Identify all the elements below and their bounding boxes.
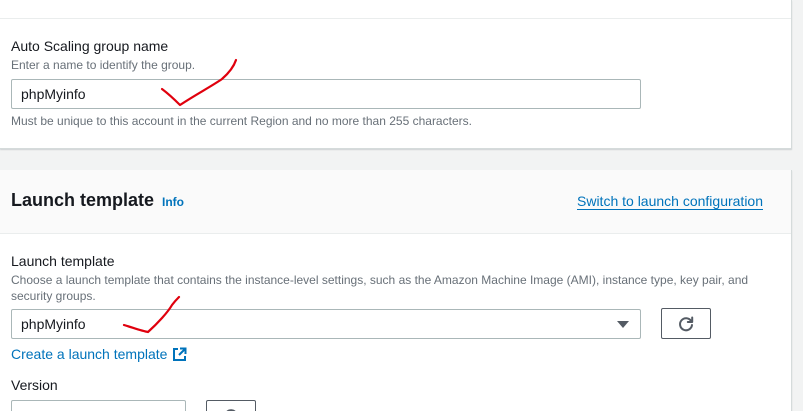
launch-template-field-label: Launch template (11, 253, 115, 269)
asg-name-description: Enter a name to identify the group. (11, 58, 196, 72)
asg-name-input-value: phpMyinfo (21, 86, 86, 102)
external-link-icon (173, 347, 187, 361)
launch-template-description-line1: Choose a launch template that contains t… (11, 273, 749, 287)
switch-to-launch-configuration-link[interactable]: Switch to launch configuration (577, 193, 763, 209)
launch-template-panel: Launch template Info Switch to launch co… (0, 170, 792, 411)
asg-name-panel: Auto Scaling group name Enter a name to … (0, 0, 792, 149)
launch-template-select[interactable]: phpMyinfo (11, 309, 641, 339)
asg-name-label: Auto Scaling group name (11, 38, 169, 54)
refresh-icon (226, 408, 237, 411)
create-launch-template-link[interactable]: Create a launch template (11, 346, 187, 362)
launch-template-header: Launch template Info Switch to launch co… (0, 170, 791, 234)
page: Auto Scaling group name Enter a name to … (0, 0, 803, 411)
create-launch-template-label: Create a launch template (11, 346, 168, 362)
refresh-button[interactable] (661, 308, 711, 339)
refresh-icon (679, 316, 694, 331)
asg-name-constraint: Must be unique to this account in the cu… (11, 114, 472, 128)
info-link[interactable]: Info (162, 195, 184, 209)
version-refresh-button[interactable] (206, 400, 256, 411)
caret-down-icon (617, 321, 629, 328)
launch-template-heading: Launch template (11, 190, 155, 210)
divider (0, 18, 791, 19)
version-select[interactable] (11, 400, 186, 411)
version-label: Version (11, 377, 58, 393)
launch-template-select-value: phpMyinfo (21, 316, 86, 332)
launch-template-description-line2: security groups. (11, 289, 96, 303)
asg-name-input[interactable]: phpMyinfo (11, 79, 641, 109)
